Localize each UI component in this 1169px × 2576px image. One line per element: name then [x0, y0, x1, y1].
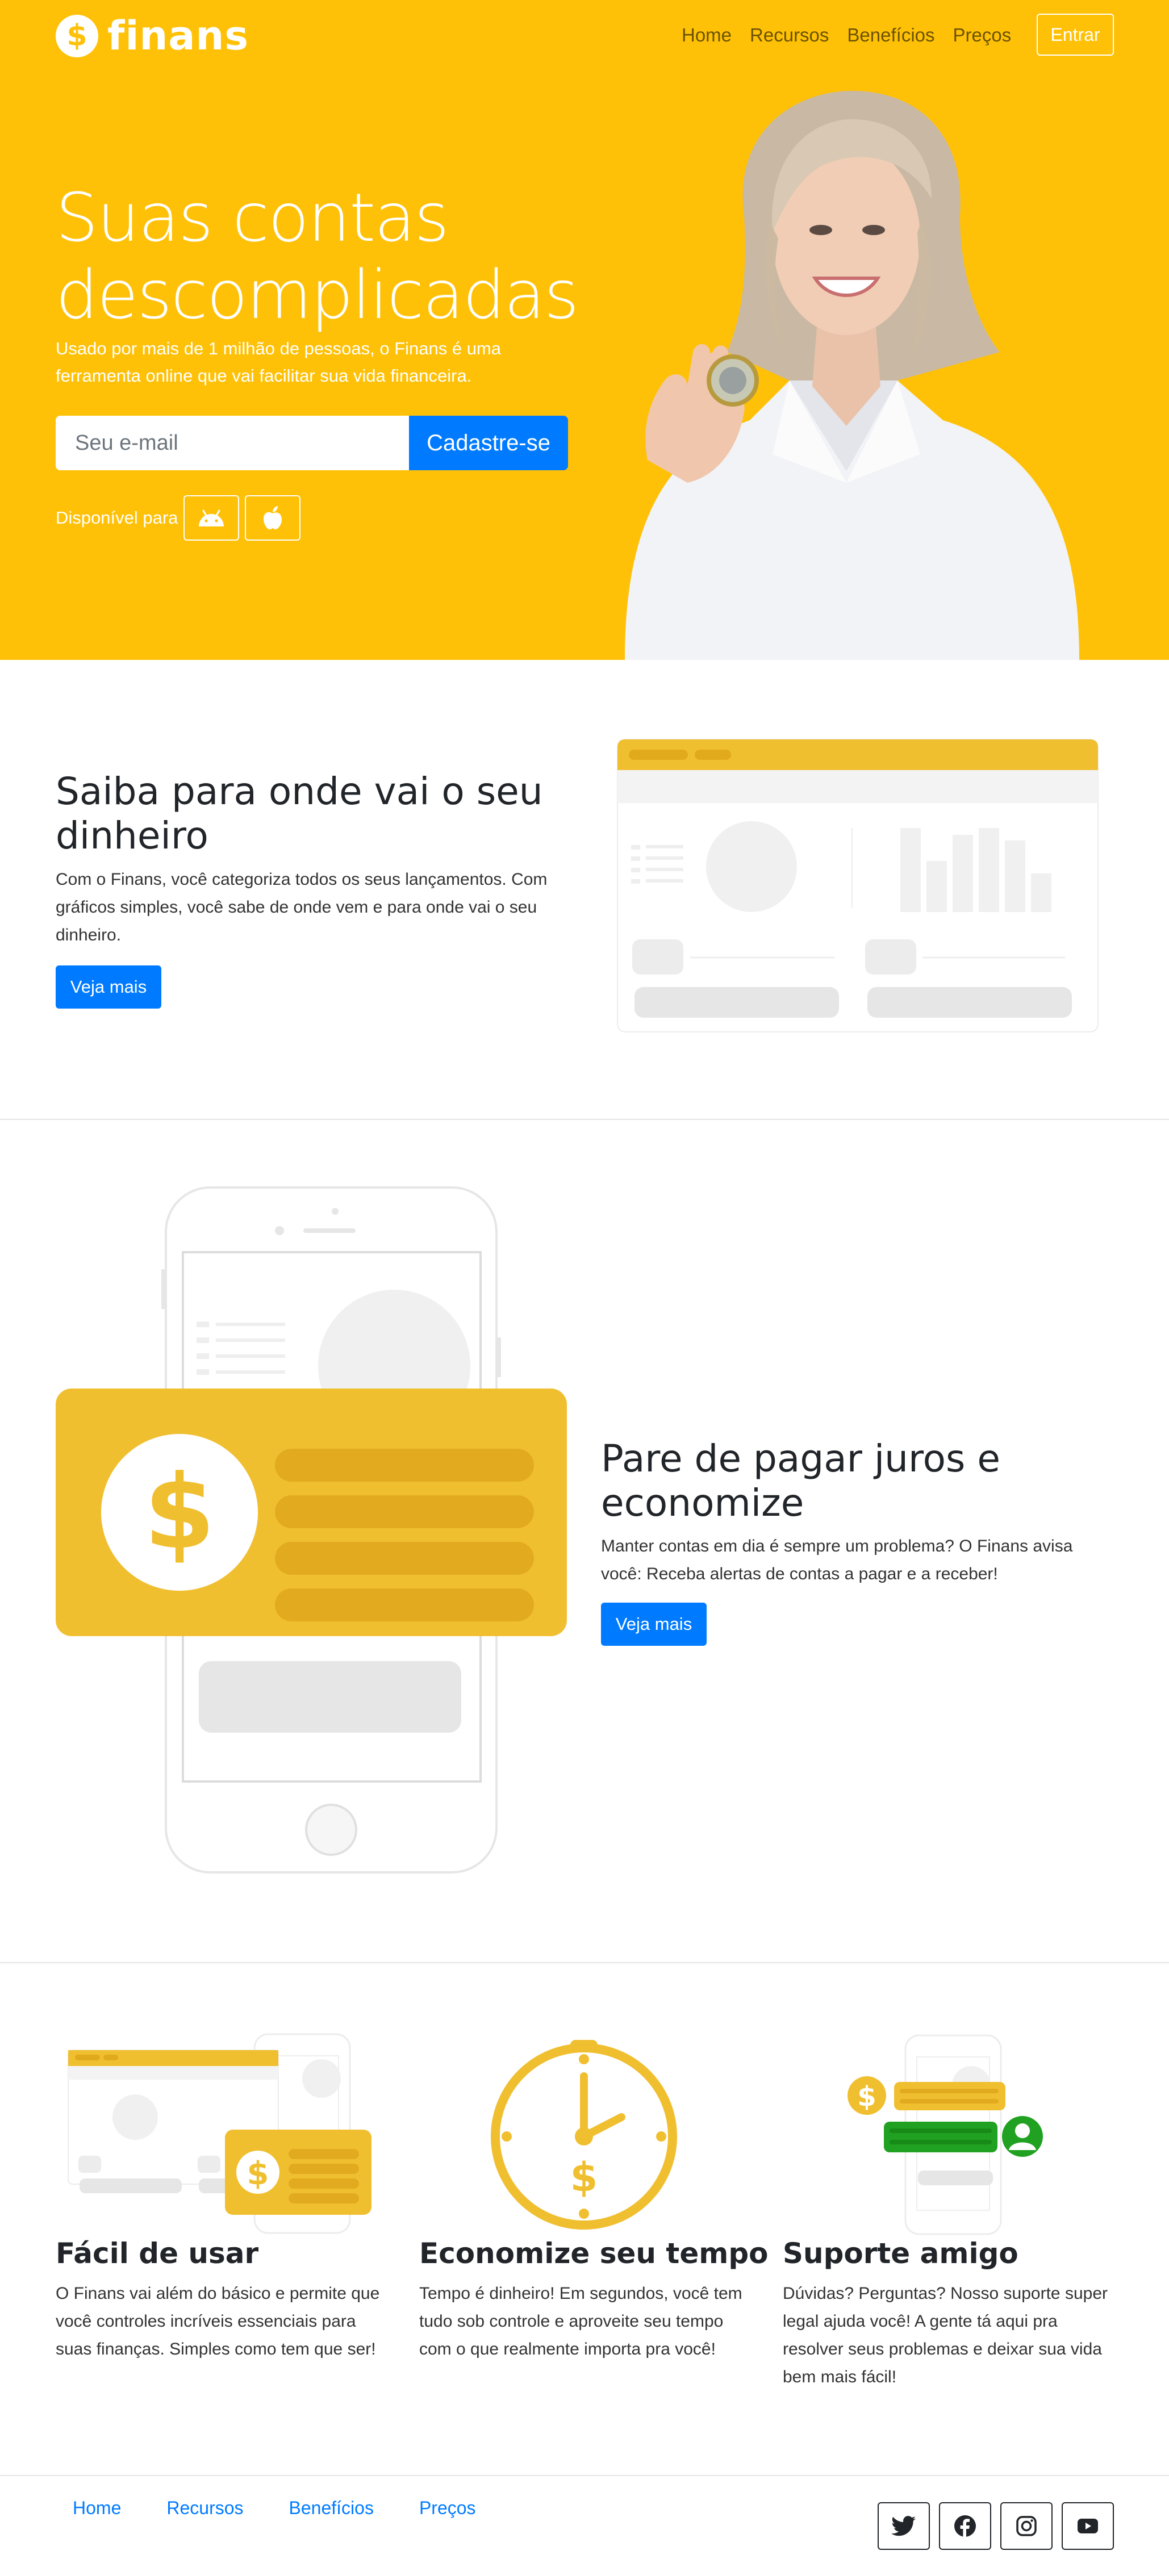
- top-navbar: $ finans Home Recursos Benefícios Preços…: [0, 0, 1169, 70]
- nav-link-precos[interactable]: Preços: [953, 20, 1012, 50]
- brand-name: finans: [107, 12, 249, 59]
- twitter-button[interactable]: [878, 2502, 930, 2550]
- footer-link-beneficios[interactable]: Benefícios: [289, 2498, 374, 2519]
- hero-subtitle: Usado por mais de 1 milhão de pessoas, o…: [56, 338, 502, 386]
- apple-icon: [264, 506, 282, 529]
- section1-text: Com o Finans, você categoriza todos os s…: [56, 870, 548, 944]
- section2-title: Pare de pagar juros e economize: [601, 1437, 1001, 1525]
- feature-time-title: Economize seu tempo: [419, 2237, 769, 2270]
- email-input[interactable]: Seu e-mail: [56, 416, 409, 470]
- footer-link-recursos[interactable]: Recursos: [166, 2498, 243, 2519]
- facebook-icon: [954, 2515, 976, 2537]
- signup-button[interactable]: Cadastre-se: [409, 416, 568, 470]
- available-label: Disponível para: [56, 508, 178, 528]
- nav-link-home[interactable]: Home: [682, 20, 732, 50]
- section1-title: Saiba para onde vai o seu dinheiro: [56, 770, 543, 858]
- footer-divider: [0, 2475, 1169, 2476]
- feature-easy-text: O Finans vai além do básico e permite qu…: [56, 2284, 380, 2358]
- section2-more-button[interactable]: Veja mais: [601, 1603, 707, 1646]
- android-icon: [199, 509, 224, 526]
- apple-store-button[interactable]: [245, 495, 301, 541]
- footer-link-precos[interactable]: Preços: [419, 2498, 476, 2519]
- feature-time-text: Tempo é dinheiro! Em segundos, você tem …: [419, 2284, 742, 2358]
- hero-section: $ finans Home Recursos Benefícios Preços…: [0, 0, 1169, 660]
- hero-title: Suas contas descomplicadas: [56, 178, 579, 334]
- hero-woman-photo: [625, 91, 1079, 660]
- feature-support-text: Dúvidas? Perguntas? Nosso suporte super …: [783, 2284, 1108, 2386]
- easy-use-icon: $: [68, 2033, 371, 2234]
- clock-icon: $: [491, 2040, 677, 2230]
- phone-alert-illustration: $: [56, 1186, 567, 1874]
- login-button[interactable]: Entrar: [1037, 14, 1114, 56]
- main-nav: Home Recursos Benefícios Preços: [682, 20, 1029, 50]
- section-divider: [0, 1119, 1169, 1120]
- support-chat-icon: $: [847, 2034, 1043, 2235]
- footer-nav: Home Recursos Benefícios Preços: [56, 2498, 504, 2519]
- section-divider: [0, 1962, 1169, 1963]
- svg-text:$: $: [247, 2155, 269, 2192]
- svg-text:$: $: [570, 2154, 598, 2201]
- nav-link-beneficios[interactable]: Benefícios: [847, 20, 934, 50]
- youtube-button[interactable]: [1062, 2502, 1114, 2550]
- svg-text:$: $: [857, 2081, 876, 2113]
- available-platforms: Disponível para: [56, 494, 306, 542]
- signup-form: Seu e-mail Cadastre-se: [56, 416, 568, 470]
- brand-logo[interactable]: $ finans: [56, 12, 249, 59]
- feature-easy-title: Fácil de usar: [56, 2237, 259, 2270]
- card-dollar-icon: $: [144, 1453, 215, 1572]
- feature-support-title: Suporte amigo: [783, 2237, 1018, 2270]
- nav-link-recursos[interactable]: Recursos: [750, 20, 829, 50]
- facebook-button[interactable]: [939, 2502, 991, 2550]
- instagram-button[interactable]: [1000, 2502, 1053, 2550]
- dollar-logo-icon: $: [56, 14, 98, 57]
- twitter-icon: [891, 2516, 916, 2536]
- dashboard-illustration: [617, 739, 1099, 1032]
- android-store-button[interactable]: [183, 495, 240, 541]
- section1-more-button[interactable]: Veja mais: [56, 965, 161, 1009]
- instagram-icon: [1016, 2516, 1037, 2536]
- footer-link-home[interactable]: Home: [73, 2498, 121, 2519]
- youtube-icon: [1078, 2519, 1098, 2533]
- section2-text: Manter contas em dia é sempre um problem…: [601, 1537, 1073, 1583]
